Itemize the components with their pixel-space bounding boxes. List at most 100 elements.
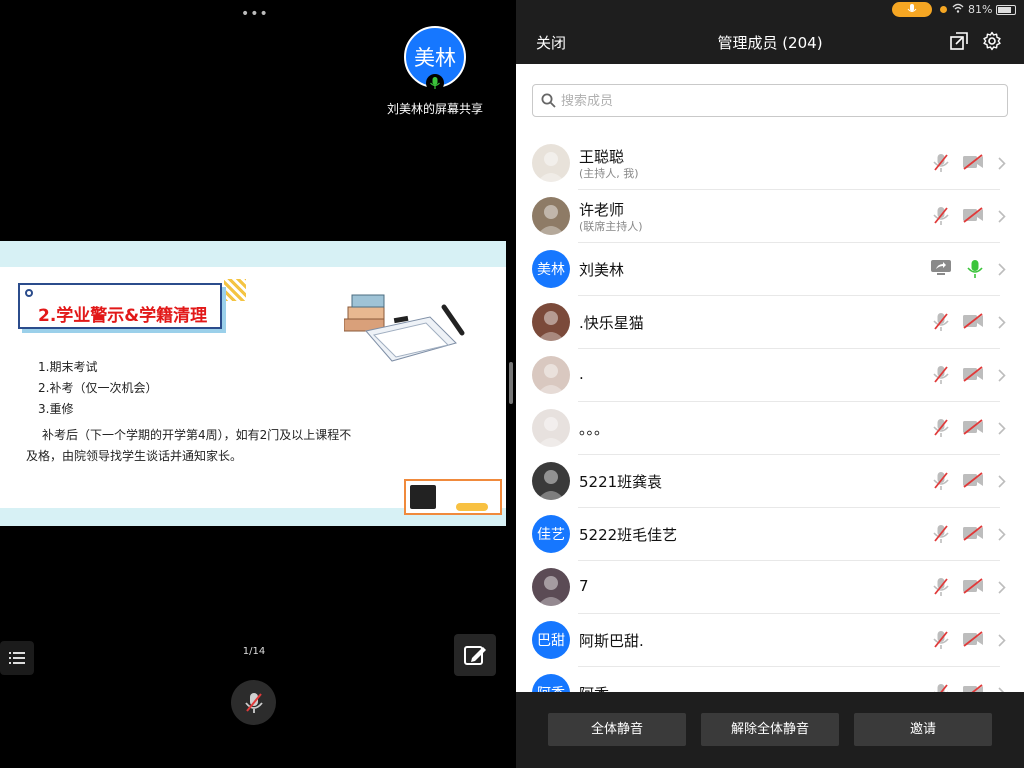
camera-off-icon[interactable] <box>962 366 984 386</box>
split-divider-handle[interactable] <box>509 362 513 404</box>
gear-icon[interactable] <box>982 31 1002 51</box>
chevron-right-icon[interactable] <box>998 367 1006 386</box>
battery-percent: 81% <box>968 3 993 16</box>
sharer-label: 刘美林的屏幕共享 <box>386 102 483 116</box>
list-icon[interactable] <box>0 641 34 675</box>
member-avatar <box>532 197 570 235</box>
member-row[interactable]: 佳艺 5222班毛佳艺 <box>516 508 1024 561</box>
app-root: ••• 美林 刘美林的屏幕共享 2.学业警示&学籍清理 1.期末考试 2.补考（… <box>0 0 1024 768</box>
camera-off-icon[interactable] <box>962 154 984 174</box>
chevron-right-icon[interactable] <box>998 314 1006 333</box>
mic-muted-icon[interactable] <box>932 312 950 336</box>
annotate-icon[interactable] <box>454 634 496 676</box>
mic-muted-icon[interactable] <box>932 365 950 389</box>
member-name: .快乐星猫 <box>579 314 644 332</box>
camera-off-icon[interactable] <box>962 472 984 492</box>
member-role: (主持人, 我) <box>579 167 639 180</box>
camera-off-icon[interactable] <box>962 313 984 333</box>
mic-muted-icon[interactable] <box>932 577 950 601</box>
battery-icon <box>996 5 1016 15</box>
camera-off-icon[interactable] <box>962 525 984 545</box>
member-name: 王聪聪 <box>579 148 625 166</box>
mic-on-icon[interactable] <box>966 259 984 283</box>
panel-header: 关闭 管理成员 (204) <box>516 20 1024 64</box>
search-box[interactable] <box>532 84 1008 117</box>
member-name: 。。。 <box>579 420 610 438</box>
member-avatar <box>532 144 570 182</box>
member-avatar <box>532 568 570 606</box>
member-row[interactable]: 阿香阿香 <box>516 667 1024 692</box>
chevron-right-icon[interactable] <box>998 155 1006 174</box>
books-illustration-icon <box>344 294 465 362</box>
mic-muted-icon[interactable] <box>932 206 950 230</box>
member-name: 5222班毛佳艺 <box>579 526 678 544</box>
member-row[interactable]: 7 <box>516 561 1024 614</box>
slide-list-item: 1.期末考试 <box>38 360 98 374</box>
camera-off-icon[interactable] <box>962 578 984 598</box>
search-input[interactable] <box>561 89 991 113</box>
camera-off-icon[interactable] <box>962 631 984 651</box>
member-row[interactable]: 5221班龚袁 <box>516 455 1024 508</box>
panel-footer: 全体静音 解除全体静音 邀请 <box>516 692 1024 768</box>
camera-off-icon[interactable] <box>962 419 984 439</box>
screen-share-icon[interactable] <box>930 259 952 279</box>
member-name: 阿斯巴甜. <box>579 632 644 650</box>
chevron-right-icon[interactable] <box>998 473 1006 492</box>
member-name: . <box>579 365 584 383</box>
member-list: 王聪聪 (主持人, 我) 许老师 (联席主持人) 美林 刘美林 .快乐星猫.。。。 5221班… <box>516 137 1024 692</box>
camera-off-icon[interactable] <box>962 207 984 227</box>
chevron-right-icon[interactable] <box>998 261 1006 280</box>
slide-title: 2.学业警示&学籍清理 <box>38 306 208 326</box>
screen-share-pane: ••• 美林 刘美林的屏幕共享 2.学业警示&学籍清理 1.期末考试 2.补考（… <box>0 0 512 768</box>
member-name: 7 <box>579 577 589 595</box>
ad-button <box>456 503 488 511</box>
member-role: (联席主持人) <box>579 220 643 233</box>
member-avatar: 佳艺 <box>532 515 570 553</box>
mic-muted-icon[interactable] <box>932 630 950 654</box>
wifi-icon <box>952 3 964 13</box>
mic-muted-icon[interactable] <box>932 683 950 692</box>
chevron-right-icon[interactable] <box>998 685 1006 692</box>
member-avatar <box>532 356 570 394</box>
mic-muted-icon[interactable] <box>932 418 950 442</box>
panel-title: 管理成员 (204) <box>717 34 823 52</box>
page-indicator: 1/14 <box>242 646 266 657</box>
slide-list: 1.期末考试 2.补考（仅一次机会） 3.重修 <box>38 357 157 420</box>
member-panel: 81% 关闭 管理成员 (204) 王聪聪(主持人, 我)许老师(联席主持人)美… <box>516 0 1024 768</box>
member-row[interactable]: 王聪聪 (主持人, 我) <box>516 137 1024 190</box>
member-row[interactable]: . <box>516 349 1024 402</box>
slide-title-dot <box>25 289 33 297</box>
slide-ad-card <box>404 479 502 515</box>
more-options-icon[interactable]: ••• <box>241 6 269 22</box>
member-avatar: 美林 <box>532 250 570 288</box>
member-row[interactable]: 美林 刘美林 <box>516 243 1024 296</box>
popout-window-icon[interactable] <box>950 32 968 50</box>
camera-off-icon[interactable] <box>962 684 984 692</box>
member-name: 5221班龚袁 <box>579 473 663 491</box>
member-avatar <box>532 462 570 500</box>
chevron-right-icon[interactable] <box>998 208 1006 227</box>
member-row[interactable]: 。。。 <box>516 402 1024 455</box>
mic-muted-icon[interactable] <box>231 680 276 725</box>
unmute-all-button[interactable]: 解除全体静音 <box>701 713 839 746</box>
member-avatar <box>532 409 570 447</box>
mic-muted-icon[interactable] <box>932 524 950 548</box>
slide-decoration <box>224 279 246 301</box>
mic-muted-icon[interactable] <box>932 153 950 177</box>
slide-list-item: 2.补考（仅一次机会） <box>38 381 158 395</box>
invite-button[interactable]: 邀请 <box>854 713 992 746</box>
recording-mic-icon <box>892 2 932 17</box>
close-button[interactable]: 关闭 <box>536 32 566 53</box>
member-row[interactable]: 许老师 (联席主持人) <box>516 190 1024 243</box>
mute-all-button[interactable]: 全体静音 <box>548 713 686 746</box>
chevron-right-icon[interactable] <box>998 632 1006 651</box>
chevron-right-icon[interactable] <box>998 420 1006 439</box>
slide-title-box: 2.学业警示&学籍清理 <box>18 283 222 329</box>
mic-muted-icon[interactable] <box>932 471 950 495</box>
member-name: 刘美林 <box>579 261 625 279</box>
chevron-right-icon[interactable] <box>998 579 1006 598</box>
member-row[interactable]: .快乐星猫 <box>516 296 1024 349</box>
slide-list-item: 3.重修 <box>38 402 74 416</box>
chevron-right-icon[interactable] <box>998 526 1006 545</box>
member-row[interactable]: 巴甜 阿斯巴甜. <box>516 614 1024 667</box>
